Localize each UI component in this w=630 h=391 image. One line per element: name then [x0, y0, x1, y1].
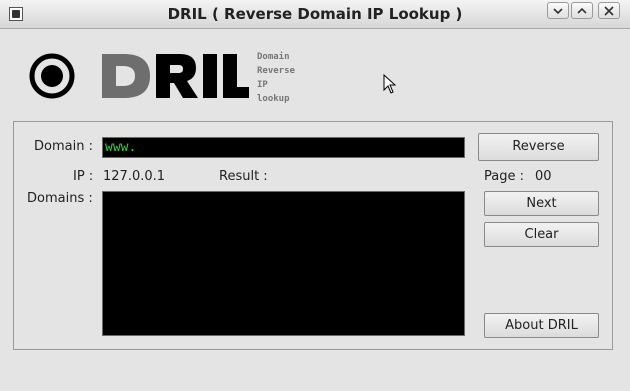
clear-button[interactable]: Clear: [484, 222, 599, 247]
logo-tagline: Domain Reverse IP lookup: [257, 50, 295, 106]
domain-input[interactable]: www.: [102, 137, 465, 158]
about-button[interactable]: About DRIL: [484, 313, 599, 338]
minimize-icon: [553, 8, 563, 15]
ip-value: 127.0.0.1: [103, 169, 166, 184]
ip-label: IP :: [73, 169, 94, 184]
tagline-line: Reverse: [257, 66, 295, 76]
mouse-pointer-icon: [383, 74, 397, 94]
minimize-button[interactable]: [547, 2, 569, 19]
dril-logo: [29, 53, 249, 99]
next-button[interactable]: Next: [484, 191, 599, 216]
tagline-line: lookup: [257, 94, 290, 104]
page-label: Page :: [484, 169, 524, 184]
result-label: Result :: [219, 169, 268, 184]
page-value: 00: [535, 169, 552, 184]
close-icon: [604, 6, 614, 16]
maximize-icon: [577, 7, 587, 14]
window-title: DRIL ( Reverse Domain IP Lookup ): [167, 5, 463, 23]
title-bar[interactable]: DRIL ( Reverse Domain IP Lookup ): [0, 0, 630, 29]
reverse-button[interactable]: Reverse: [478, 133, 599, 161]
close-button[interactable]: [598, 2, 620, 19]
app-window: DRIL ( Reverse Domain IP Lookup ) Domain…: [0, 0, 630, 391]
tagline-line: IP: [257, 80, 268, 90]
domains-list[interactable]: [102, 191, 465, 336]
maximize-button[interactable]: [571, 2, 593, 19]
tagline-line: Domain: [257, 52, 290, 62]
domains-label: Domains :: [27, 191, 93, 206]
domain-label: Domain :: [34, 139, 93, 154]
